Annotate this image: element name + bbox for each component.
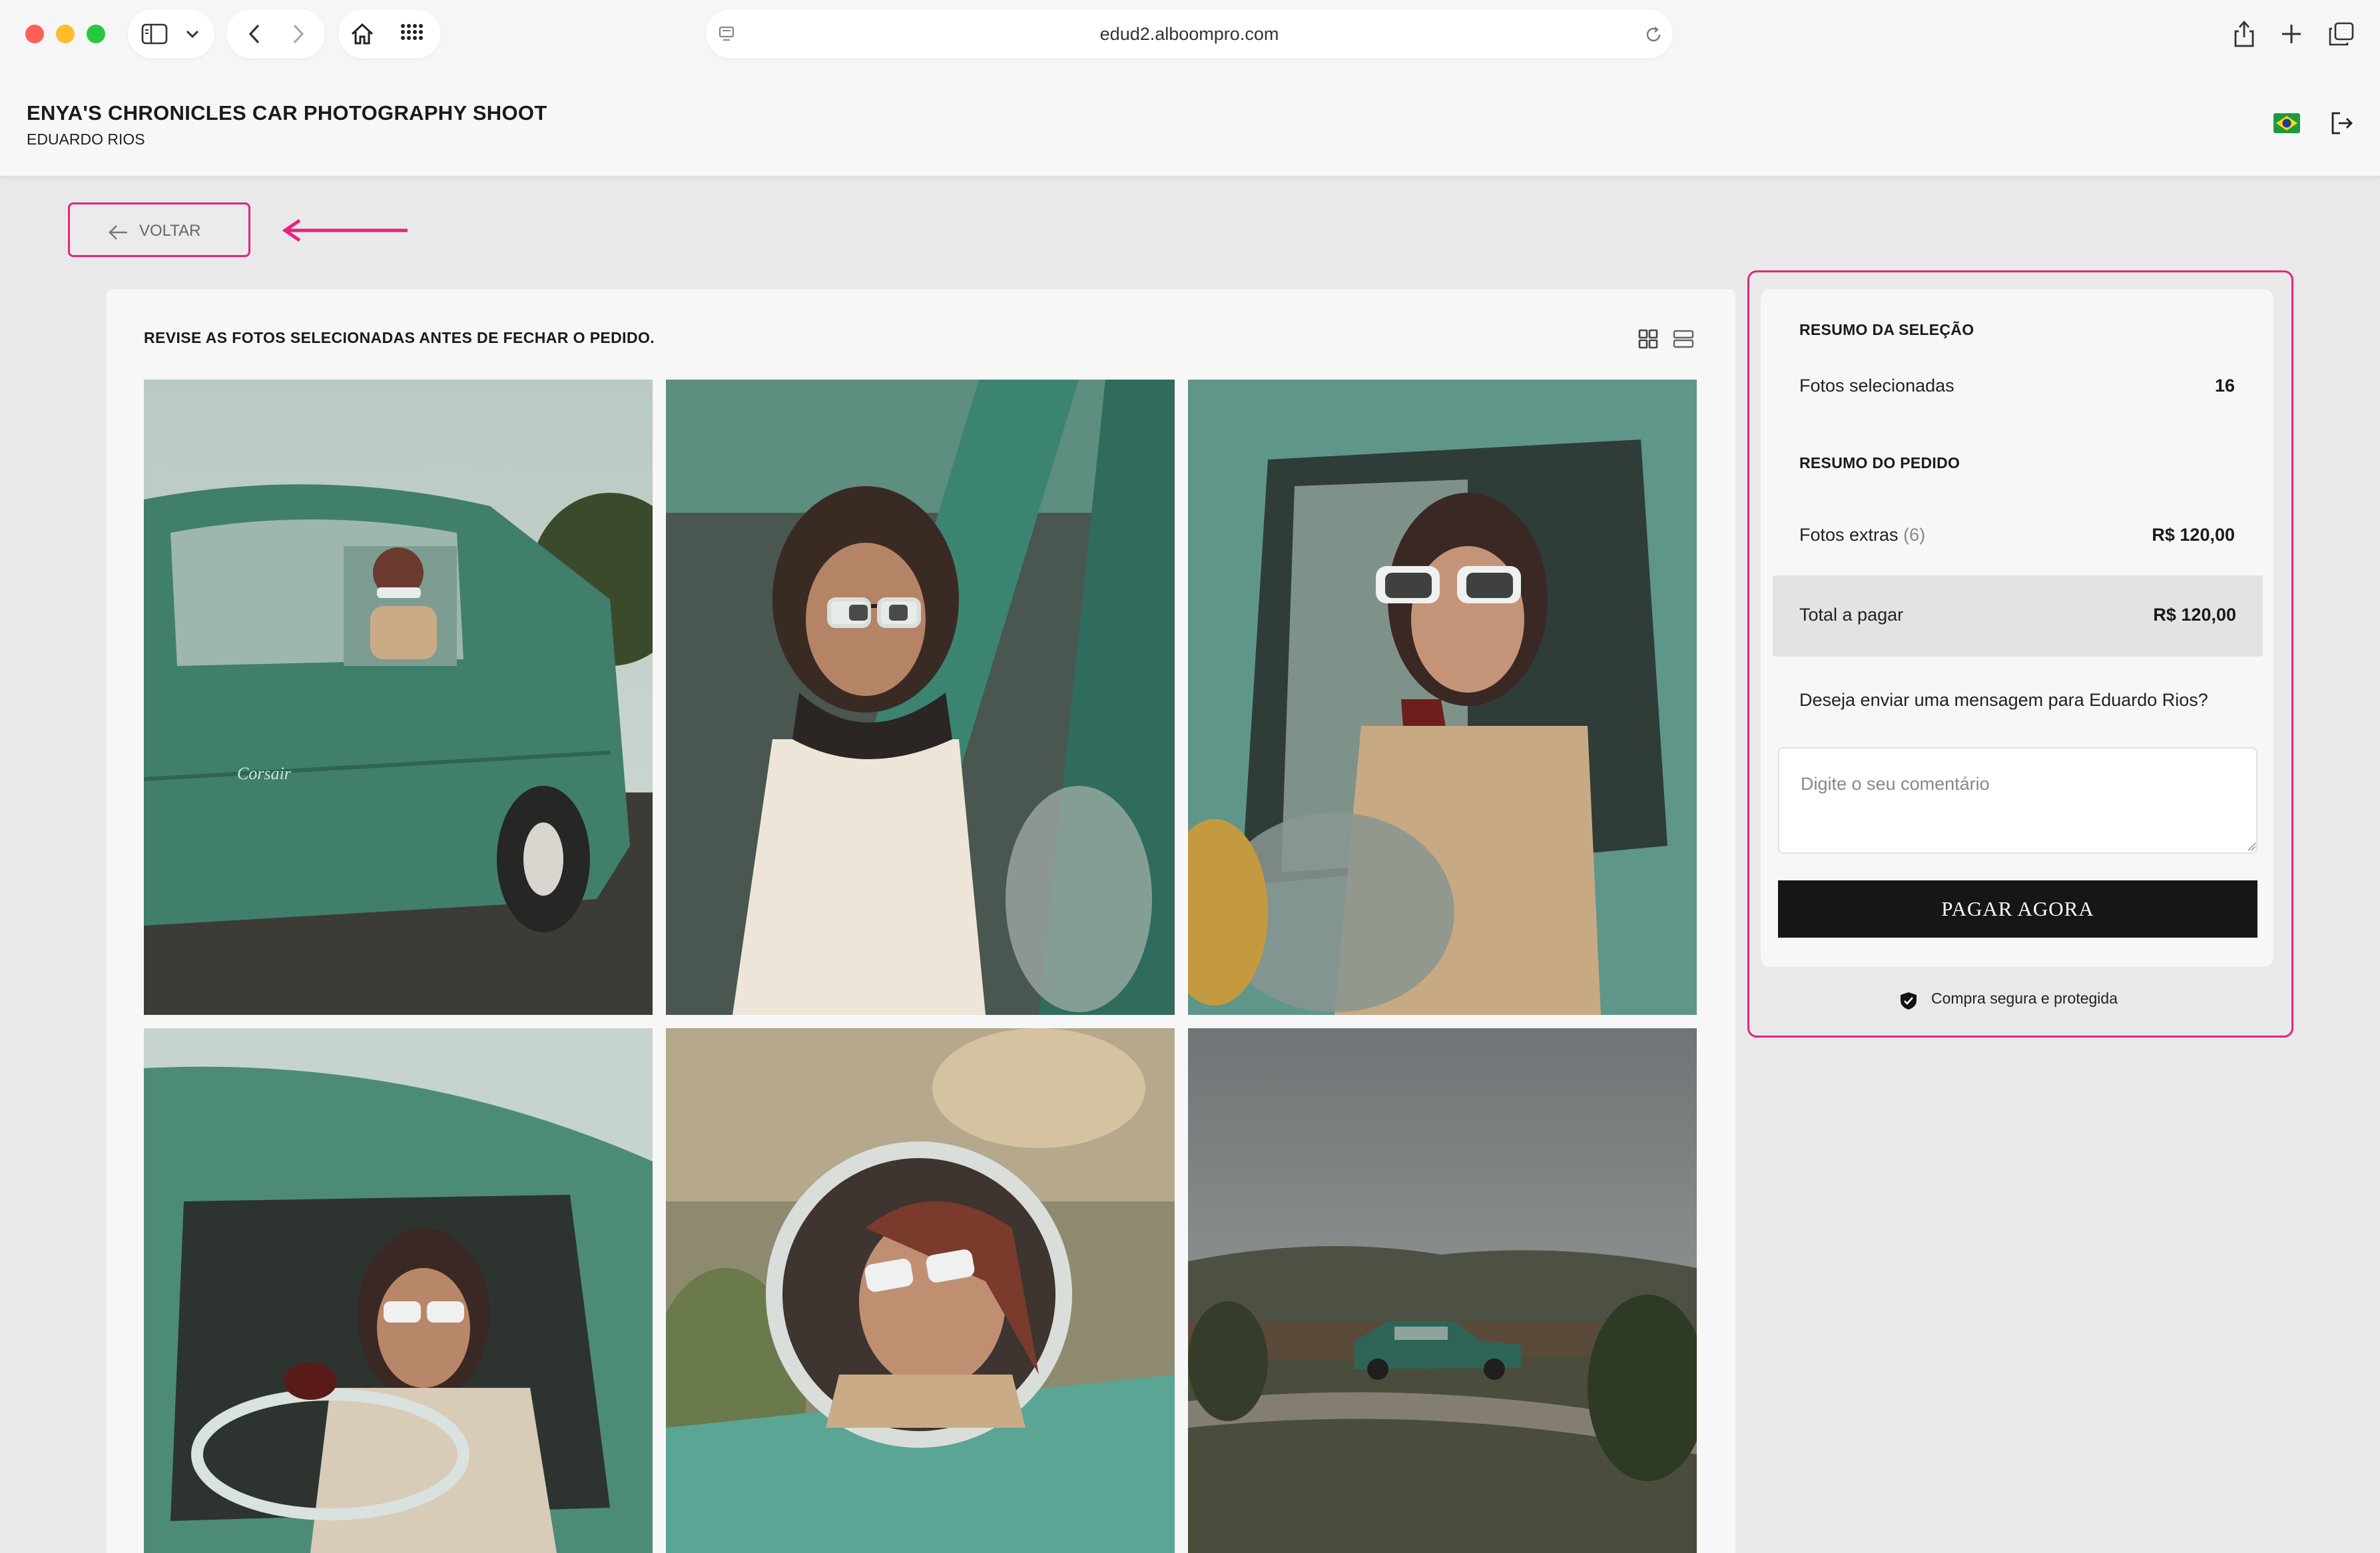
secure-purchase-text: Compra segura e protegida [1931,990,2118,1007]
arrow-left-icon [109,225,127,240]
photo-thumbnail[interactable] [1188,1028,1697,1553]
home-icon[interactable] [349,21,376,47]
photographer-name: EDUARDO RIOS [27,131,145,148]
list-view-icon[interactable] [1673,329,1694,349]
extra-photos-label: Fotos extras (6) [1799,525,1925,545]
forward-arrow-icon[interactable] [290,23,306,45]
selected-photos-count: 16 [2214,376,2235,396]
annotation-arrow-icon [282,218,408,242]
comment-field[interactable] [1778,747,2257,854]
share-icon[interactable] [2232,20,2256,48]
app-grid-icon[interactable] [400,23,424,45]
back-button[interactable]: VOLTAR [68,202,250,257]
total-value: R$ 120,00 [2153,605,2236,625]
gallery-title: ENYA'S CHRONICLES CAR PHOTOGRAPHY SHOOT [27,101,547,125]
total-label: Total a pagar [1799,605,1904,625]
photo-driver-portrait-image [666,380,1175,1015]
selection-summary-title: RESUMO DA SELEÇÃO [1799,321,1974,338]
sidebar-toggle-group [128,9,214,59]
history-nav-group [226,9,325,59]
total-row: Total a pagar R$ 120,00 [1773,575,2263,657]
review-card: REVISE AS FOTOS SELECIONADAS ANTES DE FE… [107,289,1735,1553]
logout-icon[interactable] [2329,111,2355,136]
photo-steering-wheel-image [144,1028,653,1553]
resize-handle-icon[interactable] [2247,842,2256,851]
selected-photos-label: Fotos selecionadas [1799,376,1954,396]
photo-mirror-reflection-image [666,1028,1175,1553]
new-tab-icon[interactable] [2280,23,2303,45]
photo-lipstick-image [1188,380,1697,1015]
extra-photos-count: (6) [1903,525,1926,545]
grid-view-icon[interactable] [1638,329,1658,349]
pay-now-button[interactable]: PAGAR AGORA [1778,880,2257,938]
tab-overview-icon[interactable] [2328,21,2355,47]
brazil-flag-icon[interactable] [2273,113,2300,133]
quick-actions-group [338,9,441,59]
photo-thumbnail[interactable] [666,380,1175,1015]
photo-thumbnail[interactable] [1188,380,1697,1015]
photo-thumbnail[interactable] [144,1028,653,1553]
back-button-label: VOLTAR [139,222,201,240]
photo-thumbnail[interactable] [666,1028,1175,1553]
photo-thumbnail[interactable]: Corsair [144,380,653,1015]
minimize-window-button[interactable] [56,25,75,43]
order-summary-panel: RESUMO DA SELEÇÃO Fotos selecionadas 16 … [1761,289,2273,967]
extra-photos-label-text: Fotos extras [1799,525,1899,545]
photo-car-landscape-image [1188,1028,1697,1553]
zoom-window-button[interactable] [87,25,105,43]
browser-toolbar: edud2.alboompro.com [0,0,2380,69]
address-bar[interactable]: edud2.alboompro.com [706,9,1673,59]
extra-photos-value: R$ 120,00 [2152,525,2235,545]
message-prompt: Deseja enviar uma mensagem para Eduardo … [1799,690,2208,710]
close-window-button[interactable] [25,25,44,43]
back-arrow-icon[interactable] [246,23,262,45]
chevron-down-icon[interactable] [185,28,200,40]
order-summary-title: RESUMO DO PEDIDO [1799,454,1960,471]
reload-icon[interactable] [1645,25,1663,44]
svg-text:Corsair: Corsair [237,764,292,783]
sidebar-icon[interactable] [141,23,168,45]
review-instruction: REVISE AS FOTOS SELECIONADAS ANTES DE FE… [144,329,655,346]
shield-check-icon [1901,992,1917,1010]
url-text: edud2.alboompro.com [1099,24,1279,44]
photo-car-side-image: Corsair [144,380,653,1015]
site-header: ENYA'S CHRONICLES CAR PHOTOGRAPHY SHOOT … [0,69,2380,177]
